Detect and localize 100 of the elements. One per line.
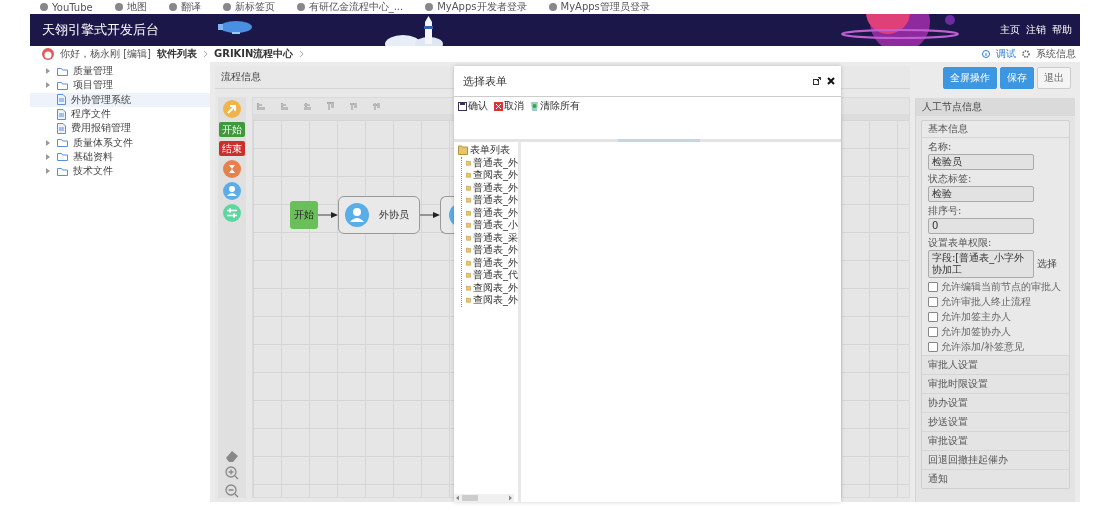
align-icon[interactable] [280,101,289,111]
chevron-icon [299,50,305,58]
tree-node[interactable]: 普通表_小 [466,219,518,232]
person-tool-icon[interactable] [223,182,241,200]
header-link[interactable]: 注销 [1026,23,1046,37]
file-icon [57,122,66,134]
task-node[interactable]: 外协员 [338,196,420,234]
bookmark-link[interactable]: 新标签页 [234,0,275,14]
accordion-header[interactable]: 审批人设置 [922,355,1069,374]
align-icon[interactable] [326,101,335,111]
input-field[interactable]: 检验 [928,186,1034,202]
breadcrumb-link[interactable]: 软件列表 [157,47,197,61]
zoom-in-icon[interactable] [225,466,239,480]
accordion-header[interactable]: 审批设置 [922,431,1069,450]
accordion-header[interactable]: 抄送设置 [922,412,1069,431]
header-link[interactable]: 帮助 [1052,23,1072,37]
scrollbar-drawing[interactable] [454,494,514,502]
bookmark-icon [114,3,123,11]
tree-node[interactable]: 普通表_外 [466,244,518,257]
hourglass-tool-icon[interactable] [223,160,241,178]
folder-icon [57,166,68,176]
tree-node[interactable]: 普通表_外 [466,194,518,207]
field-label: 设置表单权限: [928,236,993,248]
tree-node[interactable]: 普通表_代 [466,269,518,282]
close-icon[interactable] [827,77,835,85]
toolbar-button[interactable]: 清除所有 [530,99,580,113]
input-field[interactable]: 0 [928,218,1034,234]
toolbar-button[interactable]: 确认 [458,99,488,113]
resize-handle[interactable] [618,139,700,142]
bookmark-link[interactable]: 有研亿金流程中心_... [308,0,404,14]
start-node-tool[interactable]: 开始 [219,122,245,137]
bookmark-link[interactable]: MyApps开发者登录 [437,0,527,14]
tree-node[interactable]: 普通表_外 [466,156,518,169]
accordion-header[interactable]: 审批时限设置 [922,374,1069,393]
select-link[interactable]: 选择 [1037,257,1057,271]
sliders-tool-icon[interactable] [223,204,241,222]
input-field[interactable]: 检验员 [928,154,1034,170]
bin-icon [530,101,539,111]
bookmark-link[interactable]: 地图 [126,0,147,14]
breadcrumb-link[interactable]: GRIKIN流程中心 [214,47,294,61]
bookmark-icon [40,3,48,11]
start-node[interactable]: 开始 [290,201,318,229]
tree-node[interactable]: 普通表_外 [466,181,518,194]
bookmark-link[interactable]: YouTube [52,1,93,13]
arrow-tool-icon[interactable] [223,100,241,118]
sidebar-item[interactable]: 技术文件 [30,164,210,179]
checkbox[interactable] [928,296,938,307]
accordion-header[interactable]: 回退回撤挂起催办 [922,450,1069,469]
dialog-title: 选择表单 [463,73,507,89]
align-icon[interactable] [257,101,266,111]
toolbar-button[interactable]: 取消 [494,99,524,113]
align-icon[interactable] [303,101,312,111]
file-icon [57,94,66,106]
accordion-header[interactable]: 通知 [922,469,1069,488]
checkbox[interactable] [928,311,938,322]
tree-node[interactable]: 普通表_采 [466,231,518,244]
bookmark-icon [168,3,177,11]
sidebar-item[interactable]: 质量体系文件 [30,135,210,150]
node-label: 外协员 [379,208,409,222]
tree-node[interactable]: 查阅表_外 [466,294,518,307]
group-title: 基本信息 [922,121,1069,138]
zoom-out-icon[interactable] [225,484,239,498]
align-icon[interactable] [372,101,381,111]
tree-node[interactable]: 表单列表 [458,144,518,157]
sidebar-item[interactable]: 费用报销管理 [30,121,210,136]
cancel-icon [494,101,503,111]
bookmark-icon [222,3,231,11]
checkbox-label: 允许加签协办人 [941,324,1011,339]
input-field[interactable]: 字段:[普通表_小字外协加工 [928,250,1034,278]
folder-icon [466,295,471,306]
bookmark-icon [296,3,305,11]
bookmark-link[interactable]: MyApps管理员登录 [560,0,650,14]
sidebar-item[interactable]: 基础资料 [30,149,210,165]
checkbox[interactable] [928,326,938,337]
connector-arrow [318,211,338,219]
action-button[interactable]: 退出 [1037,67,1071,89]
sidebar-item[interactable]: 程序文件 [30,106,210,122]
checkbox[interactable] [928,281,938,292]
tree-node[interactable]: 普通表_外 [466,256,518,269]
eraser-icon[interactable] [225,450,239,462]
checkbox[interactable] [928,341,938,352]
end-node-tool[interactable]: 结束 [219,141,245,156]
accordion-header[interactable]: 协办设置 [922,393,1069,412]
sidebar-item[interactable]: 项目管理 [30,78,210,93]
chevron-icon [203,50,208,58]
tree-node[interactable]: 普通表_外 [466,206,518,219]
bookmark-link[interactable]: 翻译 [180,0,201,14]
settings-icon [1022,50,1030,58]
header-link[interactable]: 调试 [996,47,1016,61]
align-icon[interactable] [349,101,358,111]
header-link[interactable]: 主页 [1000,23,1020,37]
bookmark-icon [425,3,434,11]
sidebar-item[interactable]: 外协管理系统 [30,92,210,107]
popout-icon[interactable] [813,77,821,85]
field-label: 名称: [928,140,953,152]
header-link[interactable]: 系统信息 [1036,47,1076,61]
tree-node[interactable]: 查阅表_外 [466,281,518,294]
sidebar-item[interactable]: 质量管理 [30,64,210,79]
panel-title: 人工节点信息 [916,98,1075,116]
tree-node[interactable]: 查阅表_外 [466,169,518,182]
